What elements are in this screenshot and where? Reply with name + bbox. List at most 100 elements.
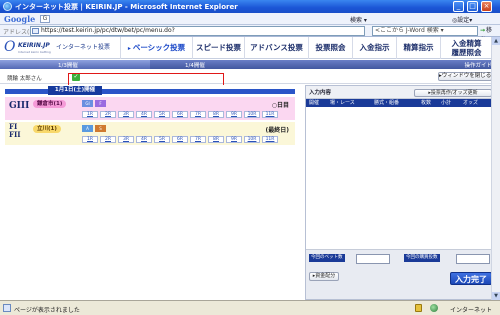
scroll-down-icon[interactable]: ▼ [492, 292, 500, 300]
bet-input-pane: 入力内容 ▸投票再作/オッズ更新 開催 場・レース 勝式・組番 枚数 小計 オッ… [305, 85, 496, 300]
race-link[interactable]: 2R [100, 111, 116, 118]
bet-panel-title: 入力内容 [309, 90, 332, 96]
race-link[interactable]: 9R [226, 136, 242, 143]
nav-settlement[interactable]: 精算指示 [396, 37, 440, 59]
site-header: O KEIRIN.JP インターネット投票 Internet keirin be… [0, 37, 500, 59]
google-toolbar: Google G 検索 ▾ ◎設定▾ [0, 13, 500, 25]
col-count: 枚数 [421, 100, 432, 106]
input-complete-button[interactable]: 入力完了 [450, 272, 492, 285]
status-bar: ページが表示されました インターネット [0, 300, 500, 315]
nav-deposit[interactable]: 入金指示 [352, 37, 396, 59]
step-2[interactable]: 1/4開催 [185, 61, 205, 69]
bet-count-field [356, 254, 390, 264]
url-text: https://test.keirin.jp/pc/dtw/bet/pc/men… [41, 27, 175, 34]
race-link[interactable]: 10R [244, 136, 260, 143]
race-list-pane: 1月1日(土)開催 GIII 鎌倉市(1) GI F ○日目 1R 2R 3R … [0, 85, 300, 300]
nav-history-line2: 履歴照会 [451, 48, 482, 57]
url-field[interactable]: https://test.keirin.jp/pc/dtw/bet/pc/men… [30, 26, 365, 36]
nav-history[interactable]: 入金精算 履歴照会 [440, 37, 492, 59]
address-bar: アドレス(D) https://test.keirin.jp/pc/dtw/be… [0, 25, 500, 44]
maximize-button[interactable]: □ [467, 1, 478, 12]
page-status-icon [3, 304, 11, 312]
venue-button[interactable]: 立川(1) [33, 125, 61, 133]
race-link[interactable]: 3R [118, 136, 134, 143]
page-viewport: O KEIRIN.JP インターネット投票 Internet keirin be… [0, 37, 500, 300]
fund-allocation-button[interactable]: ▸資金配分 [309, 272, 339, 281]
col-odds: オッズ [463, 100, 479, 106]
nav-speed-vote[interactable]: スピード投票 [192, 37, 244, 59]
logo-tagline: Internet keirin betting [18, 50, 51, 54]
race-link[interactable]: 5R [154, 136, 170, 143]
status-message: ページが表示されました [14, 307, 80, 314]
race-link[interactable]: 6R [172, 136, 188, 143]
bet-panel-footer: 今回のベット数 今回の購買投数 ▸資金配分 入力完了 [306, 249, 495, 299]
race-link[interactable]: 8R [208, 111, 224, 118]
jword-search-input[interactable]: <ここから J-Word 検索 ▾ [372, 26, 478, 36]
globe-icon [430, 304, 438, 312]
grade-fii: FII [9, 130, 21, 139]
nav-arrow-icon: ▸ [127, 45, 131, 52]
race-link[interactable]: 7R [190, 136, 206, 143]
go-button[interactable]: 移動 [480, 26, 498, 44]
logo-mark-icon: O [4, 39, 16, 55]
total-amount-field [456, 254, 490, 264]
badge-icon: S [95, 125, 106, 132]
total-amount-label: 今回の購買投数 [404, 254, 440, 262]
google-search-button[interactable]: G [40, 15, 50, 23]
race-link[interactable]: 1R [82, 136, 98, 143]
refresh-odds-button[interactable]: ▸投票再作/オッズ更新 [414, 89, 492, 97]
grade-label: FI FII [9, 123, 21, 139]
race-link[interactable]: 2R [100, 136, 116, 143]
logo-text: KEIRIN.JP [18, 42, 50, 49]
minimize-button[interactable]: _ [453, 1, 464, 12]
nav-label: ベーシック投票 [132, 43, 186, 52]
google-search-menu[interactable]: 検索 ▾ [350, 15, 367, 24]
race-link[interactable]: 9R [226, 111, 242, 118]
close-window-button[interactable]: × [481, 1, 492, 12]
google-settings-menu[interactable]: ◎設定▾ [452, 15, 472, 24]
day-label: ○日目 [271, 102, 289, 109]
race-link[interactable]: 4R [136, 136, 152, 143]
date-label: 1月1日(土)開催 [48, 86, 102, 95]
steps-bar: 1/3開催 1/4開催 操作ガイド [0, 60, 500, 69]
race-link[interactable]: 6R [172, 111, 188, 118]
col-venue: 開催 [309, 100, 320, 106]
race-row-1: FI FII 立川(1) A S (最終日) 1R 2R 3R 4R 5R 6R… [5, 122, 295, 145]
race-link[interactable]: 5R [154, 111, 170, 118]
race-link[interactable]: 7R [190, 111, 206, 118]
bet-count-label: 今回のベット数 [309, 254, 345, 262]
race-link[interactable]: 11R [262, 136, 278, 143]
step-1[interactable]: 1/3開催 [58, 61, 78, 69]
col-subtotal: 小計 [441, 100, 452, 106]
operation-guide-link[interactable]: 操作ガイド [464, 61, 492, 69]
race-link[interactable]: 10R [244, 111, 260, 118]
bet-panel-header: 入力内容 ▸投票再作/オッズ更新 [306, 86, 495, 99]
nav-vote-inquiry[interactable]: 投票照会 [308, 37, 352, 59]
google-logo: Google [4, 14, 36, 24]
scroll-up-icon[interactable]: ▲ [492, 37, 500, 45]
badge-icon: A [82, 125, 93, 132]
race-link[interactable]: 3R [118, 111, 134, 118]
venue-button[interactable]: 鎌倉市(1) [33, 100, 67, 108]
badge-icon: F [95, 100, 106, 107]
race-row-0: GIII 鎌倉市(1) GI F ○日目 1R 2R 3R 4R 5R 6R 7… [5, 97, 295, 120]
site-logo[interactable]: O KEIRIN.JP インターネット投票 Internet keirin be… [4, 40, 116, 56]
race-link[interactable]: 4R [136, 111, 152, 118]
vertical-scrollbar[interactable]: ▲ ▼ [491, 37, 500, 300]
close-window-link[interactable]: ▸ウィンドウを閉じる [438, 72, 492, 81]
ie-icon [3, 2, 12, 11]
grade-label: GIII [9, 101, 30, 111]
race-link[interactable]: 1R [82, 111, 98, 118]
user-name: 競輪 太郎さん [7, 76, 42, 82]
lock-icon [415, 304, 422, 312]
nav-basic-vote[interactable]: ▸ ベーシック投票 [120, 37, 192, 59]
nav-advance-vote[interactable]: アドバンス投票 [244, 37, 308, 59]
badge-icon: GI [82, 100, 93, 107]
window-title-bar[interactable]: インターネット投票 | KEIRIN.JP - Microsoft Intern… [0, 0, 500, 13]
col-race: 場・レース [330, 100, 355, 106]
day-label: (最終日) [265, 127, 290, 134]
race-link[interactable]: 8R [208, 136, 224, 143]
race-link[interactable]: 11R [262, 111, 278, 118]
logo-subtitle: インターネット投票 [56, 44, 111, 51]
col-bet-type: 勝式・組番 [374, 100, 400, 106]
